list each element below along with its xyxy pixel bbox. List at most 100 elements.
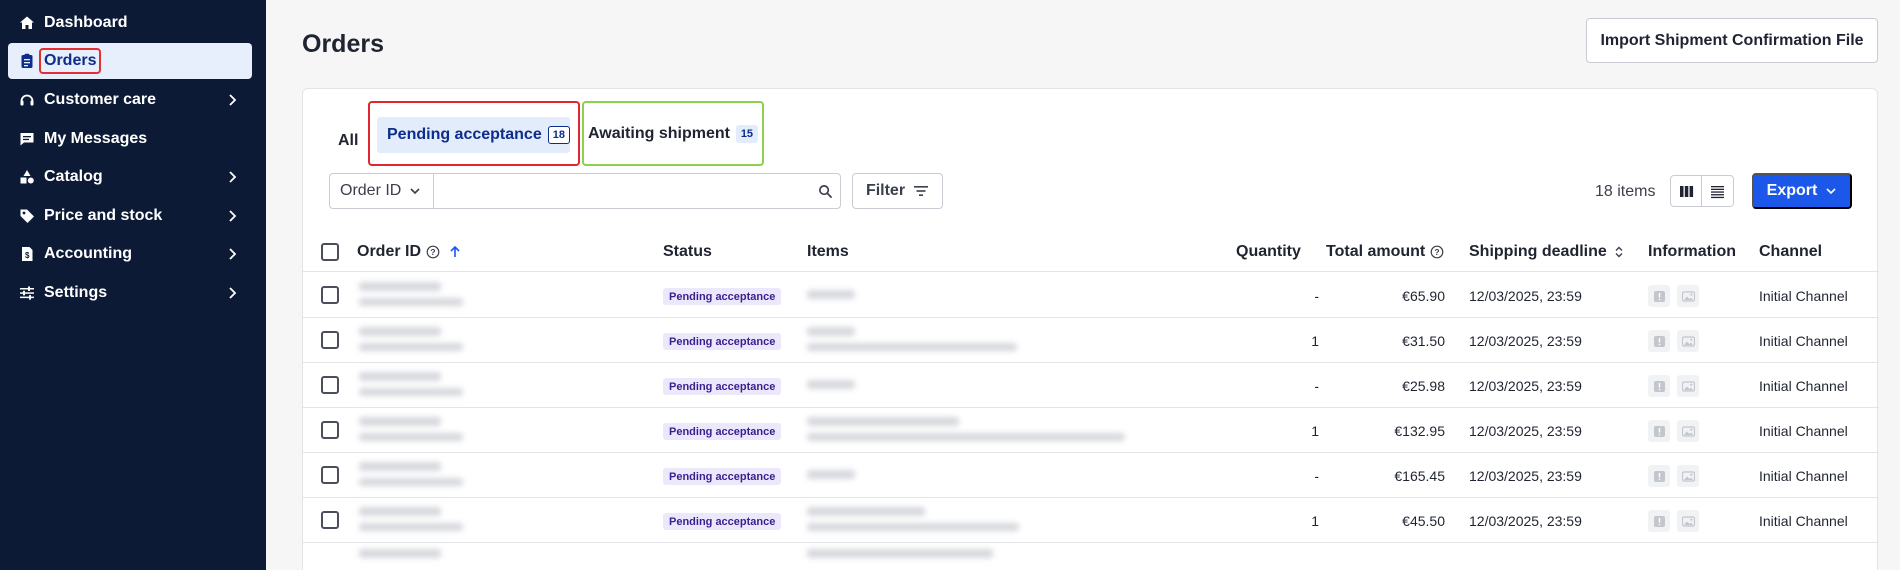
column-order-id[interactable]: Order ID ? xyxy=(357,243,462,261)
channel-value: Initial Channel xyxy=(1759,333,1848,349)
invoice-icon: $ xyxy=(18,245,36,263)
search-input[interactable] xyxy=(434,174,810,208)
count-badge: 15 xyxy=(735,125,758,143)
info-alert-icon[interactable] xyxy=(1648,510,1670,532)
total-amount-value: €165.45 xyxy=(1394,468,1445,484)
blurred-item-title xyxy=(807,507,925,516)
column-information: Information xyxy=(1648,243,1736,260)
blurred-order-id xyxy=(359,372,441,381)
sidebar-item-orders[interactable]: Orders xyxy=(8,43,252,79)
column-label: Total amount xyxy=(1326,243,1426,260)
select-all-checkbox[interactable] xyxy=(321,243,339,261)
blurred-order-date xyxy=(359,343,463,351)
sidebar-item-dashboard[interactable]: Dashboard xyxy=(8,5,252,41)
sort-ascending-icon[interactable] xyxy=(448,245,462,259)
blurred-items xyxy=(807,290,855,299)
items-count: 18 items xyxy=(1595,183,1656,200)
sidebar-item-customer-care[interactable]: Customer care xyxy=(8,82,252,118)
blurred-item-title xyxy=(807,549,993,558)
table-row[interactable]: Pending acceptance - €65.90 12/03/2025, … xyxy=(303,273,1879,318)
search-field-select[interactable]: Order ID xyxy=(330,174,434,208)
view-columns-button[interactable] xyxy=(1670,175,1702,207)
tab-all[interactable]: All xyxy=(338,126,358,156)
tab-pending-acceptance[interactable]: Pending acceptance 18 xyxy=(377,117,570,153)
help-icon: ? xyxy=(1430,245,1444,259)
table-row[interactable]: Pending acceptance 1 €45.50 12/03/2025, … xyxy=(303,498,1879,543)
message-icon xyxy=(18,130,36,148)
row-checkbox[interactable] xyxy=(321,376,339,394)
info-alert-icon[interactable] xyxy=(1648,375,1670,397)
tab-awaiting-shipment[interactable]: Awaiting shipment 15 xyxy=(588,119,758,149)
sidebar-item-price-and-stock[interactable]: Price and stock xyxy=(8,198,252,234)
sidebar-item-label: My Messages xyxy=(44,130,148,147)
channel-value: Initial Channel xyxy=(1759,423,1848,439)
row-checkbox[interactable] xyxy=(321,466,339,484)
info-alert-icon[interactable] xyxy=(1648,420,1670,442)
svg-text:?: ? xyxy=(430,247,435,257)
search-field-label: Order ID xyxy=(340,182,402,199)
table-row[interactable]: Pending acceptance 1 €132.95 12/03/2025,… xyxy=(303,408,1879,453)
shipping-deadline-value: 12/03/2025, 23:59 xyxy=(1469,333,1582,349)
count-badge: 18 xyxy=(547,126,570,144)
table-row[interactable]: Pending acceptance 1 €31.50 12/03/2025, … xyxy=(303,318,1879,363)
row-checkbox[interactable] xyxy=(321,421,339,439)
channel-value: Initial Channel xyxy=(1759,468,1848,484)
table-row[interactable]: Pending acceptance - €165.45 12/03/2025,… xyxy=(303,453,1879,498)
filter-button[interactable]: Filter xyxy=(852,173,943,209)
blurred-order-id xyxy=(359,549,441,558)
blurred-order-date xyxy=(359,298,463,306)
shipping-deadline-value: 12/03/2025, 23:59 xyxy=(1469,288,1582,304)
info-alert-icon[interactable] xyxy=(1648,465,1670,487)
import-shipment-button[interactable]: Import Shipment Confirmation File xyxy=(1586,18,1878,63)
chevron-down-icon xyxy=(1826,188,1836,195)
row-checkbox[interactable] xyxy=(321,286,339,304)
status-badge: Pending acceptance xyxy=(663,423,782,440)
sidebar-item-label: Settings xyxy=(44,284,108,301)
info-image-icon[interactable] xyxy=(1677,330,1699,352)
table-row-partial[interactable] xyxy=(303,543,1879,570)
blurred-order-id xyxy=(359,462,441,471)
total-amount-value: €25.98 xyxy=(1402,378,1445,394)
chevron-right-icon xyxy=(229,171,237,183)
column-quantity: Quantity xyxy=(1236,243,1301,260)
search-bar: Order ID xyxy=(329,173,841,209)
chevron-right-icon xyxy=(229,287,237,299)
search-icon[interactable] xyxy=(810,174,840,208)
row-checkbox[interactable] xyxy=(321,331,339,349)
sidebar-item-label: Orders xyxy=(39,48,102,74)
column-shipping-deadline[interactable]: Shipping deadline xyxy=(1469,243,1626,261)
total-amount-value: €132.95 xyxy=(1394,423,1445,439)
info-image-icon[interactable] xyxy=(1677,420,1699,442)
table-row[interactable]: Pending acceptance - €25.98 12/03/2025, … xyxy=(303,363,1879,408)
view-list-button[interactable] xyxy=(1702,175,1734,207)
shipping-deadline-value: 12/03/2025, 23:59 xyxy=(1469,468,1582,484)
chevron-right-icon xyxy=(229,94,237,106)
sidebar-item-settings[interactable]: Settings xyxy=(8,275,252,311)
sidebar-item-my-messages[interactable]: My Messages xyxy=(8,121,252,157)
sidebar-item-catalog[interactable]: Catalog xyxy=(8,159,252,195)
info-image-icon[interactable] xyxy=(1677,510,1699,532)
column-total-amount: Total amount ? xyxy=(1326,243,1444,261)
export-label: Export xyxy=(1766,182,1818,199)
info-alert-icon[interactable] xyxy=(1648,285,1670,307)
info-image-icon[interactable] xyxy=(1677,375,1699,397)
shipping-deadline-value: 12/03/2025, 23:59 xyxy=(1469,423,1582,439)
quantity-value: 1 xyxy=(1311,513,1319,529)
column-channel: Channel xyxy=(1759,243,1823,260)
status-badge: Pending acceptance xyxy=(663,378,782,395)
quantity-value: - xyxy=(1314,468,1319,484)
blurred-item-title xyxy=(807,327,855,336)
info-alert-icon[interactable] xyxy=(1648,330,1670,352)
status-badge: Pending acceptance xyxy=(663,288,782,305)
shipping-deadline-value: 12/03/2025, 23:59 xyxy=(1469,513,1582,529)
chevron-right-icon xyxy=(229,210,237,222)
sidebar-item-accounting[interactable]: $ Accounting xyxy=(8,236,252,272)
column-items: Items xyxy=(807,243,849,260)
row-checkbox[interactable] xyxy=(321,511,339,529)
export-button[interactable]: Export xyxy=(1752,173,1852,209)
info-image-icon[interactable] xyxy=(1677,465,1699,487)
channel-value: Initial Channel xyxy=(1759,513,1848,529)
blurred-order-id xyxy=(359,282,441,291)
info-image-icon[interactable] xyxy=(1677,285,1699,307)
quantity-value: 1 xyxy=(1311,333,1319,349)
